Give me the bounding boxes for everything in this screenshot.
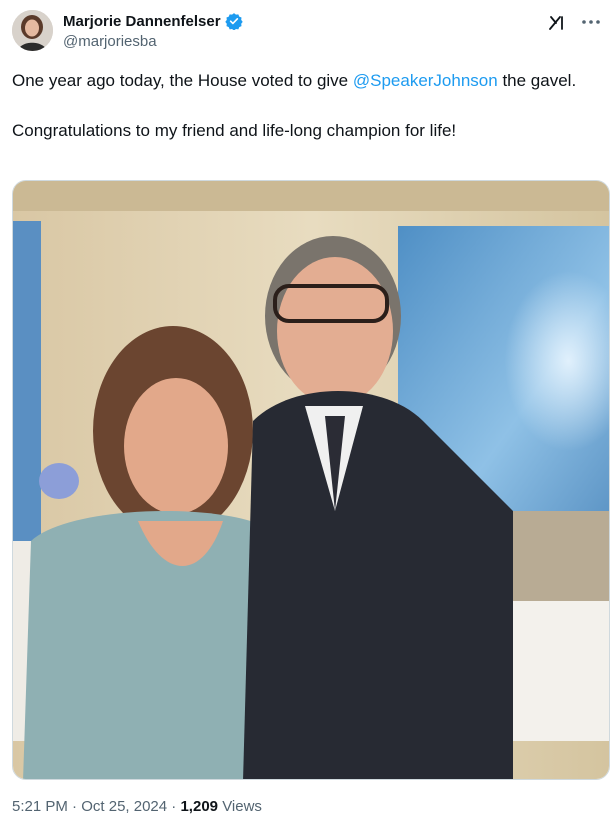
tweet-header: Marjorie Dannenfelser @marjoriesba — [12, 10, 602, 54]
tweet-metadata: 5:21 PM · Oct 25, 2024 · 1,209 Views — [12, 798, 262, 815]
mention-link[interactable]: @SpeakerJohnson — [353, 71, 498, 90]
more-options-icon[interactable] — [580, 12, 602, 32]
tweet-text-segment: the gavel. — [497, 71, 577, 90]
avatar[interactable] — [12, 10, 53, 51]
views-label: Views — [222, 798, 262, 815]
tweet-text-line-1: One year ago today, the House voted to g… — [12, 68, 598, 93]
verified-badge-icon — [224, 12, 243, 31]
tweet-text-line-2: Congratulations to my friend and life-lo… — [12, 121, 457, 140]
author-display-name[interactable]: Marjorie Dannenfelser — [63, 13, 221, 30]
tweet-text-segment: One year ago today, the House voted to g… — [12, 71, 353, 90]
grok-icon[interactable] — [548, 14, 566, 32]
tweet-date[interactable]: Oct 25, 2024 — [81, 798, 167, 815]
author-info: Marjorie Dannenfelser @marjoriesba — [63, 12, 243, 50]
tweet-text: One year ago today, the House voted to g… — [12, 68, 598, 143]
meta-separator: · — [171, 798, 177, 815]
views-count: 1,209 — [180, 798, 219, 815]
tweet-photo[interactable] — [12, 180, 610, 780]
tweet-time[interactable]: 5:21 PM — [12, 798, 68, 815]
author-handle[interactable]: @marjoriesba — [63, 33, 243, 50]
meta-separator: · — [72, 798, 78, 815]
